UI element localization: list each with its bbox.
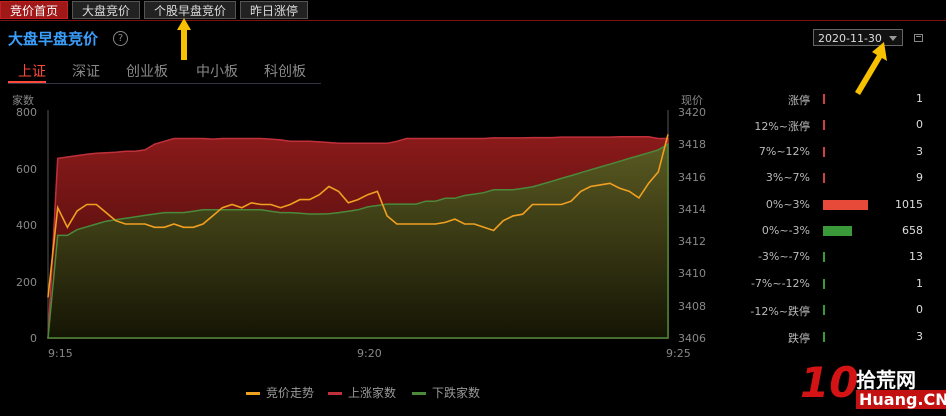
- distribution-bar: [823, 173, 825, 184]
- distribution-count: 0: [916, 303, 923, 317]
- distribution-range-label: 0%~3%: [765, 197, 810, 211]
- distribution-range-label: 跌停: [788, 331, 810, 345]
- legend-swatch: [328, 392, 342, 395]
- distribution-bar: [823, 252, 825, 263]
- distribution-count: 1: [916, 276, 923, 290]
- distribution-count: 13: [909, 250, 923, 264]
- arrow-up-icon: [177, 18, 191, 60]
- distribution-bar: [823, 305, 825, 316]
- watermark-name: 拾荒网: [856, 368, 916, 392]
- distribution-range-label: 12%~涨停: [754, 120, 810, 134]
- watermark-number: 10: [800, 358, 859, 407]
- distribution-bar: [823, 199, 868, 210]
- legend-swatch: [246, 392, 260, 395]
- legend-item-price: 竞价走势: [246, 384, 314, 401]
- distribution-count: 1015: [895, 197, 923, 211]
- distribution-range-label: -12%~跌停: [750, 305, 810, 319]
- distribution-bar: [823, 146, 825, 157]
- watermark-domain: Huang.CN: [856, 390, 946, 409]
- distribution-bar: [823, 278, 825, 289]
- arrow-up-icon: [855, 42, 887, 95]
- legend-item-down: 下跌家数: [412, 384, 480, 401]
- distribution-range-label: -7%~-12%: [750, 276, 810, 290]
- distribution-count: 658: [902, 224, 923, 237]
- legend-label: 竞价走势: [266, 386, 315, 400]
- distribution-bar: [823, 94, 825, 104]
- distribution-count: 3: [916, 329, 923, 343]
- legend-swatch: [412, 392, 426, 395]
- legend-item-up: 上涨家数: [328, 384, 396, 401]
- distribution-count: 9: [916, 171, 923, 185]
- distribution-bar: [823, 120, 825, 131]
- legend-label: 上涨家数: [348, 386, 397, 400]
- distribution-count: 3: [916, 144, 923, 158]
- distribution-range-label: 涨停: [788, 94, 810, 107]
- distribution-range-label: 0%~-3%: [761, 224, 810, 237]
- site-watermark: 10 拾荒网 Huang.CN: [800, 358, 946, 416]
- distribution-bar: [823, 331, 825, 342]
- distribution-range-label: 3%~7%: [765, 171, 810, 185]
- legend-label: 下跌家数: [432, 386, 481, 400]
- distribution-count: 0: [916, 118, 923, 132]
- distribution-range-label: 7%~12%: [758, 144, 810, 158]
- distribution-bar: [823, 226, 853, 236]
- distribution-range-label: -3%~-7%: [757, 250, 810, 264]
